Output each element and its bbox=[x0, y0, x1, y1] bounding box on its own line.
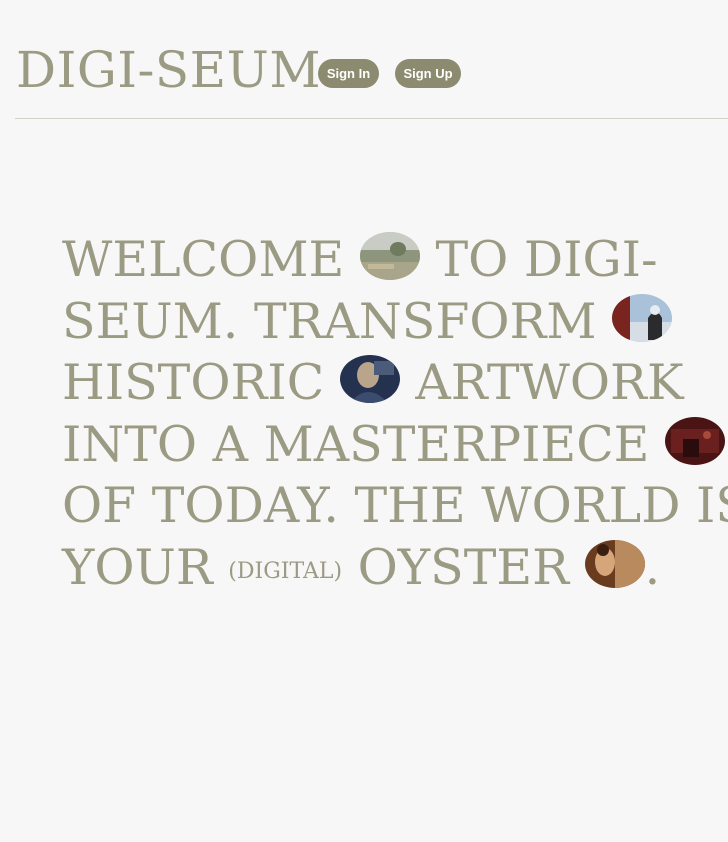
sign-up-button[interactable]: Sign Up bbox=[395, 59, 461, 88]
hero-text: TO DIGI- bbox=[435, 231, 658, 288]
interior-painting-thumbnail bbox=[665, 416, 726, 465]
landscape-painting-thumbnail bbox=[359, 232, 420, 280]
surreal-painting-thumbnail bbox=[612, 293, 673, 342]
hero-text: HISTORIC bbox=[62, 354, 325, 411]
hero-line-1: WELCOME TO DIGI- bbox=[62, 229, 728, 291]
hero-line-4: INTO A MASTERPIECE bbox=[62, 414, 728, 476]
hero-line-6: YOUR (DIGITAL) OYSTER . bbox=[62, 537, 728, 599]
figure-painting-thumbnail bbox=[584, 539, 645, 588]
hero-text: . bbox=[644, 538, 661, 596]
hero-line-3: HISTORIC ARTWORK bbox=[62, 352, 728, 414]
portrait-painting-thumbnail bbox=[339, 355, 400, 403]
hero-text: OF TODAY. THE WORLD IS bbox=[62, 477, 728, 534]
hero-text: INTO A MASTERPIECE bbox=[62, 415, 650, 473]
hero-text: YOUR bbox=[62, 538, 213, 596]
hero-text: WELCOME bbox=[62, 231, 345, 288]
hero-line-5: OF TODAY. THE WORLD IS bbox=[62, 475, 728, 537]
hero-text: SEUM. TRANSFORM bbox=[62, 292, 597, 350]
site-header: DIGI-SEUM Sign In Sign Up bbox=[0, 0, 728, 119]
hero-text: OYSTER bbox=[357, 538, 570, 596]
hero-text: ARTWORK bbox=[415, 354, 684, 411]
hero-headline: WELCOME TO DIGI- SEUM. TRANSFORM HISTORI… bbox=[62, 229, 728, 598]
header-divider bbox=[15, 118, 728, 119]
hero-line-2: SEUM. TRANSFORM bbox=[62, 291, 728, 353]
site-logo[interactable]: DIGI-SEUM bbox=[16, 40, 321, 100]
hero-small-text: (DIGITAL) bbox=[228, 558, 343, 584]
sign-in-button[interactable]: Sign In bbox=[318, 59, 379, 88]
